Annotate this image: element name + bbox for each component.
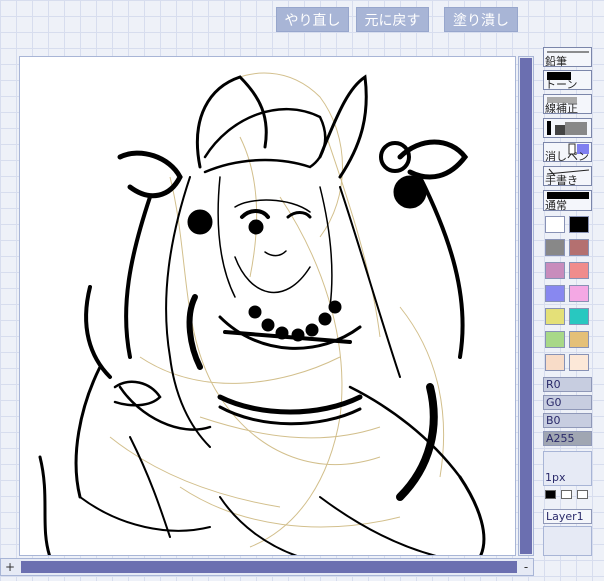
blue-value[interactable]: B0 (543, 413, 592, 428)
tone-tool[interactable]: トーン (543, 70, 592, 90)
brush-size-label: 1px (545, 471, 566, 484)
layer-name[interactable]: Layer1 (543, 509, 592, 524)
eraser-tool-label: 消しペン (545, 150, 589, 162)
tone-tool-label: トーン (545, 78, 578, 90)
mask-option-2[interactable] (561, 490, 572, 499)
artwork-lineart (38, 72, 486, 555)
horizontal-scroll-thumb[interactable] (21, 561, 517, 573)
palette-swatch[interactable] (569, 354, 589, 371)
freehand-tool[interactable]: 手書き (543, 166, 592, 186)
layer-panel[interactable] (543, 526, 592, 556)
palette-swatch[interactable] (569, 262, 589, 279)
blend-icon (547, 121, 587, 135)
blend-mode-selector[interactable]: 通常 (543, 190, 592, 211)
blur-tool[interactable]: 線補正 (543, 94, 592, 114)
horizontal-scrollbar[interactable]: + - (0, 558, 534, 576)
palette-swatch[interactable] (545, 331, 565, 348)
alpha-value[interactable]: A255 (543, 431, 592, 446)
vertical-scroll-thumb[interactable] (520, 58, 532, 554)
blend-mode-label: 通常 (545, 199, 567, 211)
palette-swatch[interactable] (545, 262, 565, 279)
pencil-tool[interactable]: 鉛筆 (543, 47, 592, 67)
palette-swatch[interactable] (545, 354, 565, 371)
zoom-out-button[interactable]: - (519, 559, 533, 575)
vertical-scrollbar[interactable] (518, 56, 534, 556)
zoom-in-button[interactable]: + (3, 559, 17, 575)
green-value[interactable]: G0 (543, 395, 592, 410)
blur-tool-label: 線補正 (545, 102, 578, 114)
palette-swatch[interactable] (545, 308, 565, 325)
freehand-tool-label: 手書き (545, 174, 578, 186)
palette-swatch[interactable] (545, 285, 565, 302)
pencil-tool-label: 鉛筆 (545, 55, 567, 67)
undo-button[interactable]: 元に戻す (356, 7, 429, 32)
redo-button[interactable]: やり直し (276, 7, 349, 32)
palette-swatch[interactable] (545, 239, 565, 256)
palette-swatch[interactable] (569, 308, 589, 325)
mask-option-1[interactable] (545, 490, 556, 499)
blend-tool[interactable] (543, 118, 592, 138)
drawing-canvas[interactable] (19, 56, 516, 556)
eraser-tool[interactable]: 消しペン (543, 142, 592, 162)
palette-swatch[interactable] (545, 216, 565, 233)
palette-swatch[interactable] (569, 331, 589, 348)
fill-button[interactable]: 塗り潰し (444, 7, 518, 32)
red-value[interactable]: R0 (543, 377, 592, 392)
palette-swatch[interactable] (569, 239, 589, 256)
palette-swatch[interactable] (569, 216, 589, 233)
palette-swatch[interactable] (569, 285, 589, 302)
mask-option-3[interactable] (577, 490, 588, 499)
